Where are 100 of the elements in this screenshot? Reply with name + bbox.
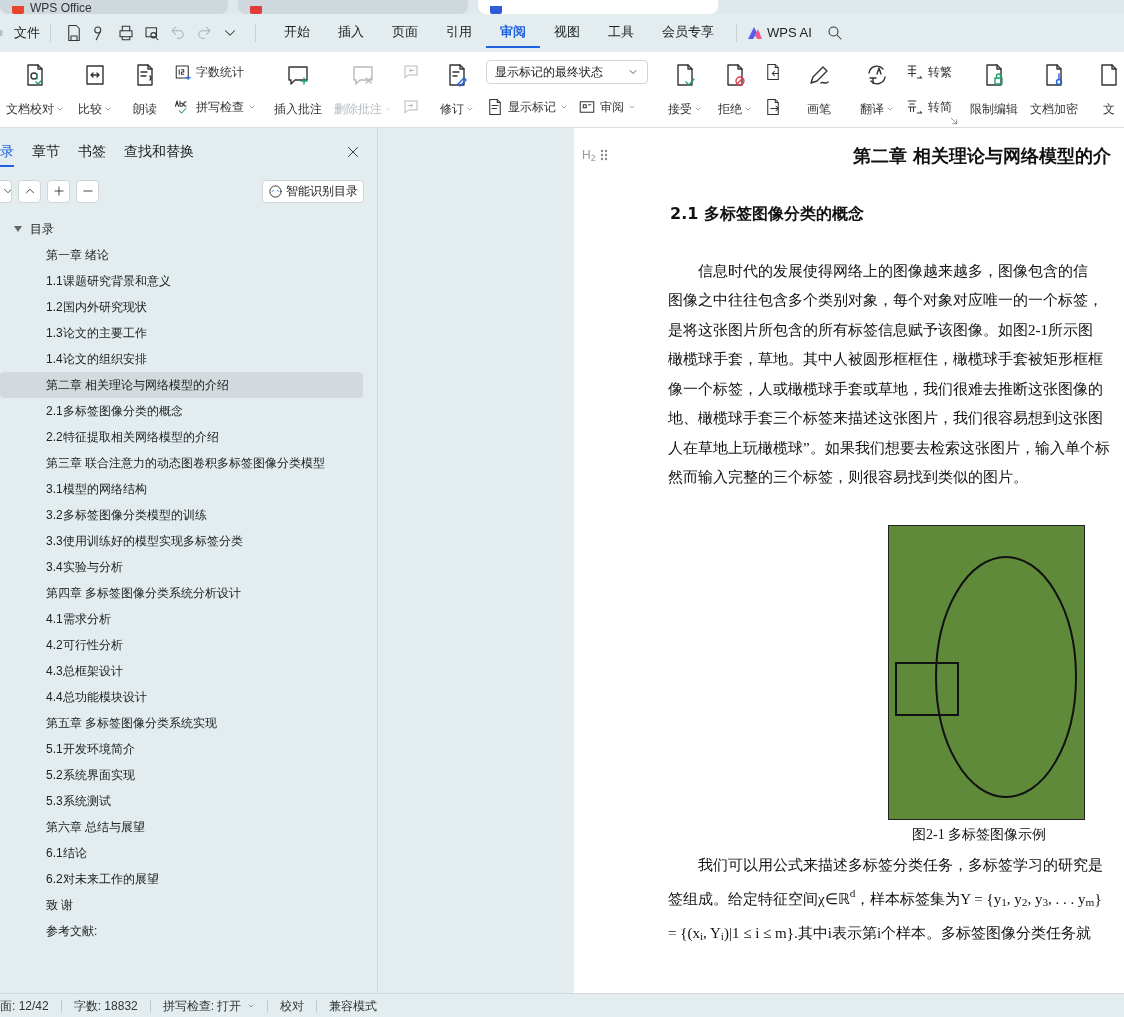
status-text: 字数: 18832 [73, 997, 138, 1015]
print-preview-icon[interactable] [143, 24, 161, 42]
chapter-heading: 第二章 相关理论与网络模型的介 [852, 144, 1113, 168]
figure-caption: 图2-1 多标签图像示例 [912, 825, 1048, 844]
toc-item[interactable]: 2.1多标签图像分类的概念 [0, 398, 363, 424]
toc-item[interactable]: 5.2系统界面实现 [0, 762, 363, 788]
toc-item[interactable]: 1.2国内外研究现状 [0, 294, 363, 320]
toc-item[interactable]: 第一章 绪论 [0, 242, 363, 268]
toc-item[interactable]: 5.1开发环境简介 [0, 736, 363, 762]
heading-level-marker: H$_{2}$ [582, 147, 596, 164]
toc-item[interactable]: 4.4总功能模块设计 [0, 684, 363, 710]
rectangle-annotation [895, 662, 959, 716]
tab-title: WPS Office [30, 2, 92, 14]
toc-item[interactable]: 3.1模型的网络结构 [0, 476, 363, 502]
browser-tab[interactable] [478, 0, 718, 14]
status-dropdown[interactable]: 拼写检查: 打开 [162, 996, 256, 1015]
toolbar-button[interactable]: 比较 [72, 58, 118, 121]
paragraph-line: 橄榄球手套，草地。其中人被圆形框框住，橄榄球手套被矩形框框 [668, 350, 1104, 369]
panel-tab[interactable]: 查找和替换 [124, 137, 194, 167]
ribbon-tab[interactable]: 视图 [540, 18, 594, 48]
section-heading: 2.1 多标签图像分类的概念 [669, 203, 865, 225]
toolbar-button[interactable]: 限制编辑 [966, 58, 1022, 121]
toc-item[interactable]: 1.3论文的主要工作 [0, 320, 363, 346]
toc-item[interactable]: 6.1结论 [0, 840, 363, 866]
toolbar-button[interactable]: 接受 [662, 58, 708, 121]
app-icon [250, 6, 262, 14]
ribbon-tab[interactable]: 开始 [270, 18, 324, 48]
toc-item[interactable]: 致 谢 [0, 892, 363, 918]
toc-item[interactable]: 4.3总框架设计 [0, 658, 363, 684]
toolbar-button[interactable]: 插入批注 [270, 58, 326, 121]
caret-icon [886, 105, 894, 113]
toc-item[interactable]: 1.4论文的组织安排 [0, 346, 363, 372]
convert-arrow-icon [906, 63, 924, 81]
file-menu[interactable]: 文件 [0, 20, 50, 46]
toc-item[interactable]: 3.2多标签图像分类模型的训练 [0, 502, 363, 528]
toc-item[interactable]: 第六章 总结与展望 [0, 814, 363, 840]
plus-icon[interactable] [51, 184, 66, 198]
ribbon-tab[interactable]: 页面 [378, 18, 432, 48]
panel-tab[interactable]: 章节 [32, 137, 60, 167]
drag-handle-icon[interactable] [599, 149, 608, 161]
caret-icon [466, 105, 474, 113]
paragraph-line: 我们可以用公式来描述多标签分类任务，多标签学习的研究是 [697, 855, 1104, 875]
toc-item[interactable]: 6.2对未来工作的展望 [0, 866, 363, 892]
convert-arrow-icon [906, 98, 924, 116]
caret-icon [248, 103, 256, 111]
toc-item[interactable]: 3.4实验与分析 [0, 554, 363, 580]
toc-item[interactable]: 4.2可行性分析 [0, 632, 363, 658]
toc-item[interactable]: 2.2特征提取相关网络模型的介绍 [0, 424, 363, 450]
toolbar-button[interactable]: 文档校对 [2, 58, 68, 121]
collapse-button[interactable] [0, 179, 12, 203]
toc-item[interactable]: 目录 [0, 216, 363, 242]
expand-triangle-icon[interactable] [14, 225, 22, 233]
toc-item[interactable]: 1.1课题研究背景和意义 [0, 268, 363, 294]
toolbar-button[interactable]: 朗读 [122, 58, 168, 121]
ribbon-tab[interactable]: 会员专享 [648, 18, 728, 48]
smart-toc-button[interactable]: 智能识别目录 [262, 179, 364, 203]
previous-change-icon [764, 63, 782, 81]
ribbon-tab[interactable]: 插入 [324, 18, 378, 48]
panel-tab[interactable]: 录 [0, 137, 14, 167]
toolbar-button[interactable]: 显示标记 [486, 95, 568, 119]
ribbon-tab[interactable]: 审阅 [486, 18, 540, 48]
caret-icon [744, 105, 752, 113]
toc-item[interactable]: 第五章 多标签图像分类系统实现 [0, 710, 363, 736]
status-text[interactable]: 校对 [280, 996, 305, 1015]
review-pane-icon [578, 98, 596, 116]
translate-icon [865, 63, 889, 87]
toolbar-button[interactable]: 字数统计 [174, 60, 256, 84]
toc-item[interactable]: 4.1需求分析 [0, 606, 363, 632]
markup-dropdown[interactable]: 显示标记的最终状态 [486, 60, 648, 84]
save-icon[interactable] [65, 24, 83, 42]
print-icon[interactable] [117, 24, 135, 42]
search-icon[interactable] [825, 24, 844, 42]
paragraph-line: 信息时代的发展使得网络上的图像越来越多，图像包含的信 [697, 261, 1089, 281]
ribbon-tab[interactable]: 引用 [432, 18, 486, 48]
app-icon [490, 6, 502, 14]
toc-item[interactable]: 第三章 联合注意力的动态图卷积多标签图像分类模型 [0, 450, 363, 476]
toolbar-button[interactable]: 修订 [434, 58, 480, 121]
toolbar-button[interactable]: 拼写检查 [174, 95, 256, 119]
toc-item[interactable]: 参考文献: [0, 918, 363, 944]
toc-item[interactable]: 3.3使用训练好的模型实现多标签分类 [0, 528, 363, 554]
toolbar-button[interactable]: 转简 [906, 95, 952, 119]
browser-tab[interactable]: WPS Office [0, 0, 228, 14]
toolbar-button[interactable]: 文 [1086, 58, 1124, 121]
panel-tab[interactable]: 书签 [78, 137, 106, 167]
toc-item[interactable]: 第四章 多标签图像分类系统分析设计 [0, 580, 363, 606]
caret-icon [384, 105, 392, 113]
expand-corner-icon[interactable] [950, 117, 958, 125]
close-icon[interactable] [345, 144, 361, 160]
toc-item[interactable]: 5.3系统测试 [0, 788, 363, 814]
status-text: 面: 12/42 [0, 997, 49, 1015]
toolbar-button[interactable]: 文档加密 [1026, 58, 1082, 121]
wps-ai-button[interactable]: WPS AI [747, 20, 812, 46]
toolbar-button[interactable]: 画笔 [796, 58, 842, 121]
browser-tab[interactable] [238, 0, 468, 14]
ribbon-tab[interactable]: 工具 [594, 18, 648, 48]
toolbar-button[interactable]: 审阅 [578, 95, 636, 119]
toolbar-button[interactable]: 翻译 [854, 58, 900, 121]
toolbar-button[interactable]: 拒绝 [712, 58, 758, 121]
toc-item[interactable]: 第二章 相关理论与网络模型的介绍 [0, 372, 363, 398]
toolbar-button[interactable]: 转繁 [906, 60, 952, 84]
